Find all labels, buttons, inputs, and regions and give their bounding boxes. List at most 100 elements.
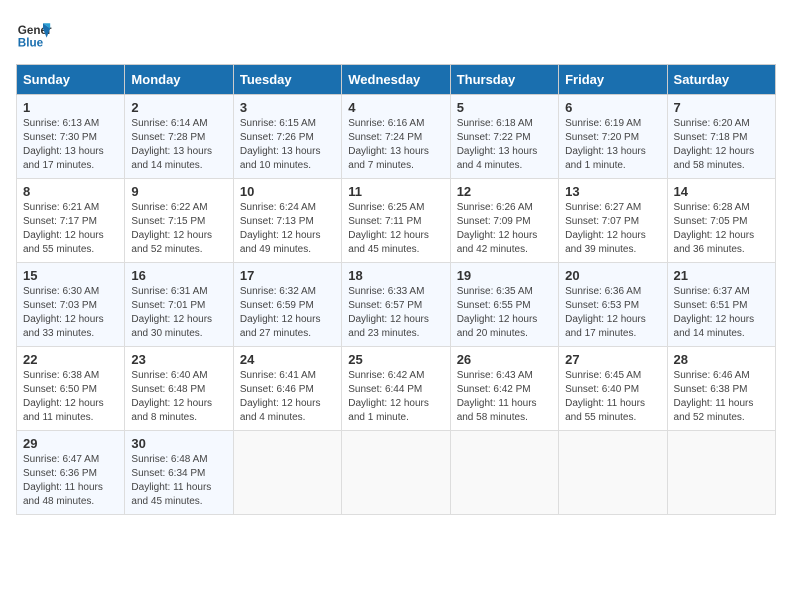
table-row: 18 Sunrise: 6:33 AM Sunset: 6:57 PM Dayl…	[342, 263, 450, 347]
table-row: 12 Sunrise: 6:26 AM Sunset: 7:09 PM Dayl…	[450, 179, 558, 263]
day-info: Sunrise: 6:46 AM Sunset: 6:38 PM Dayligh…	[674, 369, 769, 425]
logo: General Blue	[16, 16, 52, 52]
calendar-row: 1 Sunrise: 6:13 AM Sunset: 7:30 PM Dayli…	[17, 95, 776, 179]
day-number: 19	[457, 268, 552, 283]
day-info: Sunrise: 6:40 AM Sunset: 6:48 PM Dayligh…	[131, 369, 226, 425]
table-row: 27 Sunrise: 6:45 AM Sunset: 6:40 PM Dayl…	[559, 347, 667, 431]
day-number: 8	[23, 184, 118, 199]
day-info: Sunrise: 6:37 AM Sunset: 6:51 PM Dayligh…	[674, 285, 769, 341]
day-number: 6	[565, 100, 660, 115]
table-row: 13 Sunrise: 6:27 AM Sunset: 7:07 PM Dayl…	[559, 179, 667, 263]
day-info: Sunrise: 6:32 AM Sunset: 6:59 PM Dayligh…	[240, 285, 335, 341]
table-row	[342, 431, 450, 515]
day-number: 3	[240, 100, 335, 115]
day-info: Sunrise: 6:43 AM Sunset: 6:42 PM Dayligh…	[457, 369, 552, 425]
table-row: 6 Sunrise: 6:19 AM Sunset: 7:20 PM Dayli…	[559, 95, 667, 179]
col-tuesday: Tuesday	[233, 65, 341, 95]
table-row: 5 Sunrise: 6:18 AM Sunset: 7:22 PM Dayli…	[450, 95, 558, 179]
day-info: Sunrise: 6:36 AM Sunset: 6:53 PM Dayligh…	[565, 285, 660, 341]
table-row: 22 Sunrise: 6:38 AM Sunset: 6:50 PM Dayl…	[17, 347, 125, 431]
table-row: 17 Sunrise: 6:32 AM Sunset: 6:59 PM Dayl…	[233, 263, 341, 347]
col-wednesday: Wednesday	[342, 65, 450, 95]
day-number: 23	[131, 352, 226, 367]
day-number: 14	[674, 184, 769, 199]
day-number: 7	[674, 100, 769, 115]
day-number: 17	[240, 268, 335, 283]
day-number: 30	[131, 436, 226, 451]
table-row	[450, 431, 558, 515]
table-row: 2 Sunrise: 6:14 AM Sunset: 7:28 PM Dayli…	[125, 95, 233, 179]
day-info: Sunrise: 6:41 AM Sunset: 6:46 PM Dayligh…	[240, 369, 335, 425]
table-row: 7 Sunrise: 6:20 AM Sunset: 7:18 PM Dayli…	[667, 95, 775, 179]
day-info: Sunrise: 6:16 AM Sunset: 7:24 PM Dayligh…	[348, 117, 443, 173]
day-number: 18	[348, 268, 443, 283]
day-info: Sunrise: 6:27 AM Sunset: 7:07 PM Dayligh…	[565, 201, 660, 257]
calendar-row: 15 Sunrise: 6:30 AM Sunset: 7:03 PM Dayl…	[17, 263, 776, 347]
table-row: 8 Sunrise: 6:21 AM Sunset: 7:17 PM Dayli…	[17, 179, 125, 263]
day-number: 29	[23, 436, 118, 451]
day-info: Sunrise: 6:15 AM Sunset: 7:26 PM Dayligh…	[240, 117, 335, 173]
day-number: 27	[565, 352, 660, 367]
day-info: Sunrise: 6:45 AM Sunset: 6:40 PM Dayligh…	[565, 369, 660, 425]
day-number: 11	[348, 184, 443, 199]
table-row: 26 Sunrise: 6:43 AM Sunset: 6:42 PM Dayl…	[450, 347, 558, 431]
day-info: Sunrise: 6:35 AM Sunset: 6:55 PM Dayligh…	[457, 285, 552, 341]
table-row: 9 Sunrise: 6:22 AM Sunset: 7:15 PM Dayli…	[125, 179, 233, 263]
header-row: Sunday Monday Tuesday Wednesday Thursday…	[17, 65, 776, 95]
day-info: Sunrise: 6:31 AM Sunset: 7:01 PM Dayligh…	[131, 285, 226, 341]
table-row: 15 Sunrise: 6:30 AM Sunset: 7:03 PM Dayl…	[17, 263, 125, 347]
day-info: Sunrise: 6:48 AM Sunset: 6:34 PM Dayligh…	[131, 453, 226, 509]
day-number: 16	[131, 268, 226, 283]
day-info: Sunrise: 6:20 AM Sunset: 7:18 PM Dayligh…	[674, 117, 769, 173]
day-number: 26	[457, 352, 552, 367]
col-thursday: Thursday	[450, 65, 558, 95]
day-info: Sunrise: 6:28 AM Sunset: 7:05 PM Dayligh…	[674, 201, 769, 257]
day-info: Sunrise: 6:14 AM Sunset: 7:28 PM Dayligh…	[131, 117, 226, 173]
table-row: 28 Sunrise: 6:46 AM Sunset: 6:38 PM Dayl…	[667, 347, 775, 431]
day-info: Sunrise: 6:33 AM Sunset: 6:57 PM Dayligh…	[348, 285, 443, 341]
table-row: 3 Sunrise: 6:15 AM Sunset: 7:26 PM Dayli…	[233, 95, 341, 179]
calendar-row: 8 Sunrise: 6:21 AM Sunset: 7:17 PM Dayli…	[17, 179, 776, 263]
page-header: General Blue	[16, 16, 776, 52]
col-monday: Monday	[125, 65, 233, 95]
day-info: Sunrise: 6:42 AM Sunset: 6:44 PM Dayligh…	[348, 369, 443, 425]
table-row: 16 Sunrise: 6:31 AM Sunset: 7:01 PM Dayl…	[125, 263, 233, 347]
calendar-row: 22 Sunrise: 6:38 AM Sunset: 6:50 PM Dayl…	[17, 347, 776, 431]
day-info: Sunrise: 6:24 AM Sunset: 7:13 PM Dayligh…	[240, 201, 335, 257]
table-row: 20 Sunrise: 6:36 AM Sunset: 6:53 PM Dayl…	[559, 263, 667, 347]
table-row: 23 Sunrise: 6:40 AM Sunset: 6:48 PM Dayl…	[125, 347, 233, 431]
day-number: 5	[457, 100, 552, 115]
day-info: Sunrise: 6:13 AM Sunset: 7:30 PM Dayligh…	[23, 117, 118, 173]
day-number: 9	[131, 184, 226, 199]
table-row	[559, 431, 667, 515]
day-info: Sunrise: 6:22 AM Sunset: 7:15 PM Dayligh…	[131, 201, 226, 257]
day-info: Sunrise: 6:21 AM Sunset: 7:17 PM Dayligh…	[23, 201, 118, 257]
table-row: 19 Sunrise: 6:35 AM Sunset: 6:55 PM Dayl…	[450, 263, 558, 347]
calendar-table: Sunday Monday Tuesday Wednesday Thursday…	[16, 64, 776, 515]
svg-text:Blue: Blue	[18, 37, 44, 50]
table-row	[667, 431, 775, 515]
table-row: 21 Sunrise: 6:37 AM Sunset: 6:51 PM Dayl…	[667, 263, 775, 347]
table-row: 29 Sunrise: 6:47 AM Sunset: 6:36 PM Dayl…	[17, 431, 125, 515]
day-number: 2	[131, 100, 226, 115]
day-number: 28	[674, 352, 769, 367]
day-info: Sunrise: 6:38 AM Sunset: 6:50 PM Dayligh…	[23, 369, 118, 425]
table-row: 25 Sunrise: 6:42 AM Sunset: 6:44 PM Dayl…	[342, 347, 450, 431]
table-row: 24 Sunrise: 6:41 AM Sunset: 6:46 PM Dayl…	[233, 347, 341, 431]
day-number: 22	[23, 352, 118, 367]
table-row	[233, 431, 341, 515]
day-info: Sunrise: 6:26 AM Sunset: 7:09 PM Dayligh…	[457, 201, 552, 257]
table-row: 4 Sunrise: 6:16 AM Sunset: 7:24 PM Dayli…	[342, 95, 450, 179]
col-sunday: Sunday	[17, 65, 125, 95]
day-number: 4	[348, 100, 443, 115]
day-info: Sunrise: 6:19 AM Sunset: 7:20 PM Dayligh…	[565, 117, 660, 173]
day-number: 13	[565, 184, 660, 199]
day-number: 20	[565, 268, 660, 283]
day-number: 24	[240, 352, 335, 367]
day-info: Sunrise: 6:30 AM Sunset: 7:03 PM Dayligh…	[23, 285, 118, 341]
day-number: 10	[240, 184, 335, 199]
table-row: 1 Sunrise: 6:13 AM Sunset: 7:30 PM Dayli…	[17, 95, 125, 179]
day-number: 21	[674, 268, 769, 283]
col-friday: Friday	[559, 65, 667, 95]
table-row: 30 Sunrise: 6:48 AM Sunset: 6:34 PM Dayl…	[125, 431, 233, 515]
